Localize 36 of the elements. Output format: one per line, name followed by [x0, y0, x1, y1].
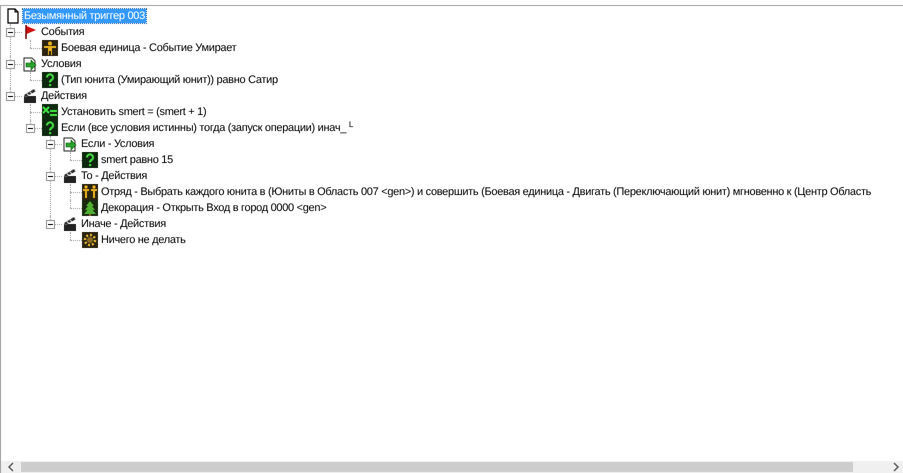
- document-arrow-icon: [22, 56, 38, 72]
- horizontal-scrollbar[interactable]: [1, 461, 903, 473]
- scrollbar-thumb[interactable]: [21, 462, 853, 472]
- tree-item-label[interactable]: Иначе - Действия: [80, 217, 167, 231]
- question-mark-icon: [42, 72, 58, 88]
- tree-item-label[interactable]: smert равно 15: [100, 153, 174, 167]
- tree-icon: [82, 200, 98, 216]
- tree-item-label[interactable]: Отряд - Выбрать каждого юнита в (Юниты в Область 007 <gen>) и совершить (Боевая единица - Двигать (Переключающий юнит) мгновенно к (Центр Область: [100, 185, 872, 199]
- tree-item-label[interactable]: Декорация - Открыть Вход в город 0000 <gen>: [100, 201, 328, 215]
- scroll-left-icon[interactable]: [7, 462, 15, 472]
- figures-icon: [82, 184, 98, 200]
- collapse-toggle[interactable]: [46, 140, 55, 148]
- scroll-right-icon[interactable]: [892, 462, 900, 472]
- tree-item-label[interactable]: Действия: [40, 89, 88, 103]
- question-mark-icon: [82, 152, 98, 168]
- document-arrow-icon: [62, 136, 78, 152]
- figure-icon: [42, 40, 58, 56]
- tree-item-label[interactable]: Боевая единица - Событие Умирает: [60, 41, 238, 55]
- collapse-toggle[interactable]: [6, 92, 15, 100]
- document-icon: [5, 8, 21, 24]
- tree-item-label[interactable]: События: [40, 25, 86, 39]
- collapse-toggle[interactable]: [46, 172, 55, 180]
- tree-item-label[interactable]: Ничего не делать: [100, 233, 187, 247]
- variable-icon: [42, 104, 58, 120]
- collapse-toggle[interactable]: [26, 124, 35, 132]
- tree-item-label[interactable]: Установить smert = (smert + 1): [60, 105, 208, 119]
- tree-item-label[interactable]: Условия: [40, 57, 82, 71]
- question-mark-icon: [42, 120, 58, 136]
- tree-item-label[interactable]: Если - Условия: [80, 137, 156, 151]
- collapse-toggle[interactable]: [46, 220, 55, 228]
- collapse-toggle[interactable]: [6, 28, 15, 36]
- tree-item-label[interactable]: То - Действия: [80, 169, 148, 183]
- gear-icon: [82, 232, 98, 248]
- collapse-toggle[interactable]: [6, 60, 15, 68]
- tree-item-label[interactable]: Если (все условия истинны) тогда (запуск операции) инач_ $^{L}$: [60, 121, 354, 135]
- tree-item-label[interactable]: (Тип юнита (Умирающий юнит)) равно Сатир: [60, 73, 279, 87]
